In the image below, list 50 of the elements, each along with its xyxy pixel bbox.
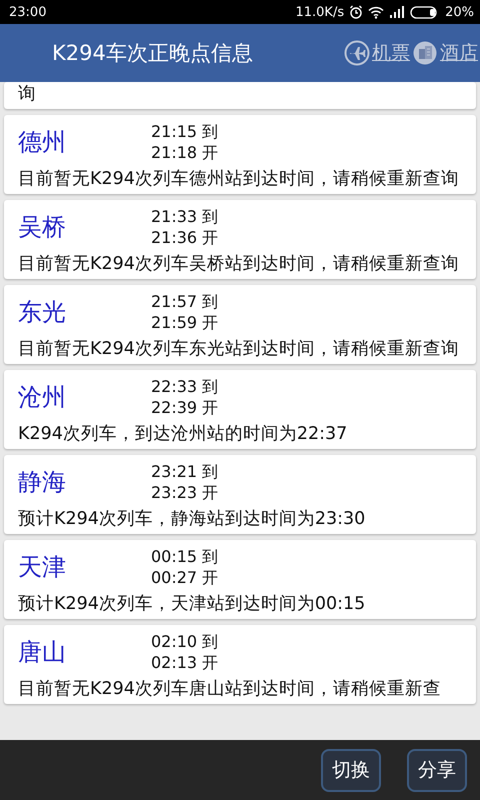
station-card[interactable]: 唐山 02:10 到 02:13 开 目前暂无K294次列车唐山站到达时间，请稍候重新查 [4,625,476,704]
station-name: 沧州 [18,382,67,413]
signal-icon [389,6,406,18]
station-card[interactable]: 吴桥 21:33 到 21:36 开 目前暂无K294次列车吴桥站到达时间，请稍候重新查询 [4,200,476,279]
action-button[interactable]: 分享 [407,748,467,792]
arrival-message: 目前暂无K294次列车德州站到达时间，请稍候重新查询 [18,169,460,190]
arrival-time: 00:15 到 [151,546,218,567]
departure-time: 21:18 开 [151,142,218,163]
header-link[interactable]: 酒店 [440,40,478,66]
arrival-time: 23:21 到 [151,461,218,482]
departure-time: 23:23 开 [151,482,218,503]
action-button[interactable]: 切换 [321,748,381,792]
station-card[interactable]: 静海 23:21 到 23:23 开 预计K294次列车，静海站到达时间为23:30 [4,455,476,534]
airplane-icon[interactable] [344,40,370,66]
building-icon[interactable] [412,40,438,66]
station-card[interactable]: 德州 21:15 到 21:18 开 目前暂无K294次列车德州站到达时间，请稍候重新查询 [4,115,476,194]
arrival-time: 22:33 到 [151,376,218,397]
arrival-time: 21:33 到 [151,206,218,227]
departure-time: 00:27 开 [151,567,218,588]
station-card[interactable]: 询 [4,82,476,109]
clock-time: 23:00 [9,4,46,20]
station-name: 天津 [18,552,67,583]
station-name: 唐山 [18,637,67,668]
station-name: 德州 [18,127,67,158]
station-name: 静海 [18,467,67,498]
departure-time: 21:59 开 [151,312,218,333]
arrival-message: 询 [18,84,37,105]
alarm-icon [349,5,364,19]
station-card[interactable]: 天津 00:15 到 00:27 开 预计K294次列车，天津站到达时间为00:15 [4,540,476,619]
wifi-icon [368,6,384,18]
departure-time: 22:39 开 [151,397,218,418]
network-speed: 11.0K/s [295,4,344,20]
station-name: 东光 [18,297,67,328]
station-card[interactable]: 东光 21:57 到 21:59 开 目前暂无K294次列车东光站到达时间，请稍候重新查询 [4,285,476,364]
arrival-time: 02:10 到 [151,631,218,652]
arrival-message: 目前暂无K294次列车吴桥站到达时间，请稍候重新查询 [18,254,460,275]
station-card[interactable]: 沧州 22:33 到 22:39 开 K294次列车，到达沧州站的时间为22:37 [4,370,476,449]
arrival-message: 预计K294次列车，天津站到达时间为00:15 [18,594,366,615]
page-title: K294车次正晚点信息 [52,40,253,67]
departure-time: 21:36 开 [151,227,218,248]
arrival-time: 21:57 到 [151,291,218,312]
departure-time: 02:13 开 [151,652,218,673]
battery-level: 20% [445,4,474,20]
header-link[interactable]: 机票 [372,40,410,66]
arrival-message: 预计K294次列车，静海站到达时间为23:30 [18,509,366,530]
arrival-message: 目前暂无K294次列车东光站到达时间，请稍候重新查询 [18,339,460,360]
station-name: 吴桥 [18,212,67,243]
arrival-message: K294次列车，到达沧州站的时间为22:37 [18,424,348,445]
arrival-message: 目前暂无K294次列车唐山站到达时间，请稍候重新查 [18,679,442,700]
arrival-time: 21:15 到 [151,121,218,142]
